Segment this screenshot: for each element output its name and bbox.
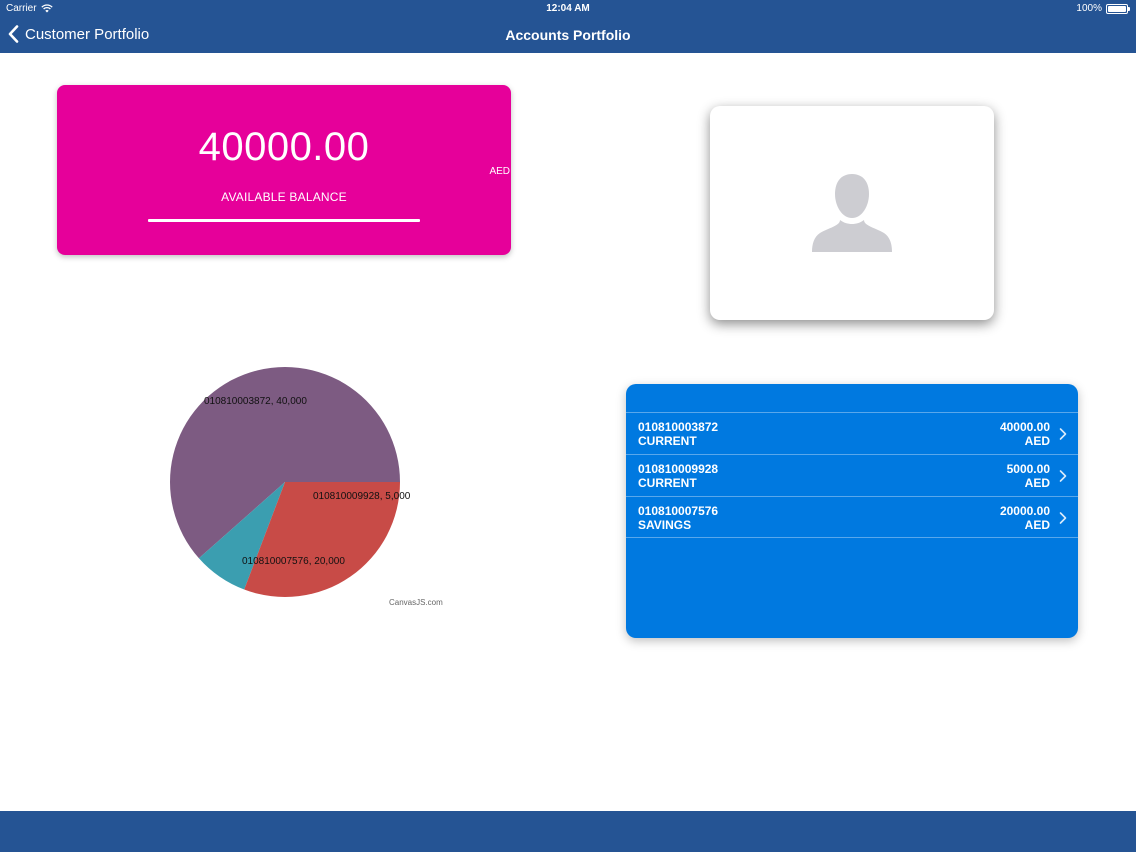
account-row[interactable]: 010810003872 CURRENT 40000.00 AED — [626, 412, 1078, 454]
footer-bar — [0, 811, 1136, 852]
chart-credit: CanvasJS.com — [389, 598, 443, 607]
accounts-list-card: 010810003872 CURRENT 40000.00 AED 0108100099… — [626, 384, 1078, 638]
account-list: 010810003872 CURRENT 40000.00 AED 0108100099… — [626, 412, 1078, 538]
balance-underline — [148, 219, 420, 222]
accounts-pie-chart: 010810003872, 40,000 010810009928, 5,000 0… — [160, 360, 460, 615]
account-row[interactable]: 010810009928 CURRENT 5000.00 AED — [626, 454, 1078, 496]
chevron-right-icon — [1059, 470, 1067, 482]
profile-card[interactable] — [710, 106, 994, 320]
balance-label: AVAILABLE BALANCE — [221, 190, 347, 204]
status-time: 12:04 AM — [546, 3, 590, 14]
balance-amount: 40000.00 — [198, 125, 370, 169]
account-balance: 40000.00 — [999, 420, 1050, 434]
balance-card: 40000.00 AED AVAILABLE BALANCE — [57, 85, 511, 255]
account-number: 010810003872 — [638, 420, 719, 434]
pie-label-010810007576: 010810007576, 20,000 — [242, 556, 345, 567]
account-type: CURRENT — [638, 434, 697, 448]
account-currency: AED — [1024, 476, 1050, 490]
account-number: 010810007576 — [638, 504, 719, 518]
chevron-right-icon — [1059, 428, 1067, 440]
account-balance: 5000.00 — [1006, 462, 1050, 476]
account-currency: AED — [1024, 434, 1050, 448]
account-currency: AED — [1024, 518, 1050, 532]
pie-label-010810009928: 010810009928, 5,000 — [313, 491, 411, 502]
status-bar: Carrier 12:04 AM 100% — [0, 0, 1136, 18]
battery-icon — [1106, 3, 1130, 14]
account-balance: 20000.00 — [999, 504, 1050, 518]
account-row[interactable]: 010810007576 SAVINGS 20000.00 AED — [626, 496, 1078, 538]
page-title: Accounts Portfolio — [505, 27, 631, 43]
pie-label-010810003872: 010810003872, 40,000 — [204, 396, 307, 407]
app-header: Carrier 12:04 AM 100% Customer Portfolio… — [0, 0, 1136, 53]
pie-chart-svg: 010810003872, 40,000 010810009928, 5,000 0… — [170, 367, 411, 597]
account-type: SAVINGS — [638, 518, 692, 532]
user-avatar-icon — [812, 174, 892, 252]
account-number: 010810009928 — [638, 462, 719, 476]
account-type: CURRENT — [638, 476, 697, 490]
balance-currency: AED — [489, 166, 510, 177]
chevron-right-icon — [1059, 512, 1067, 524]
battery-percent: 100% — [1076, 3, 1102, 14]
battery-indicator: 100% — [1076, 3, 1130, 14]
